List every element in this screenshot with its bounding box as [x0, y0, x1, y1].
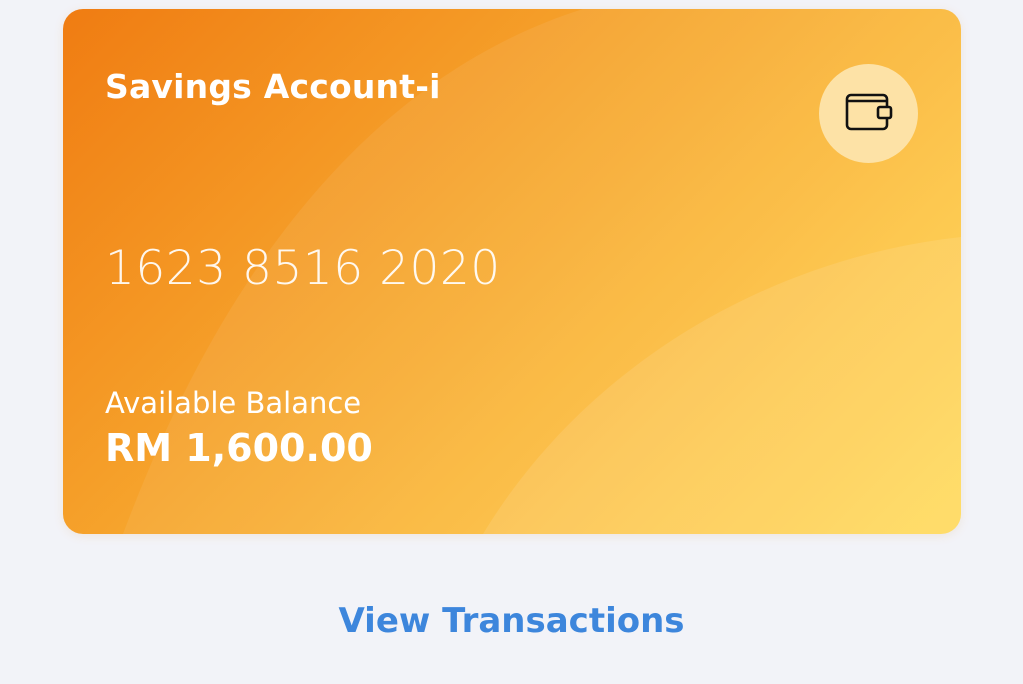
- view-transactions-label: View Transactions: [338, 601, 685, 641]
- account-type-title: Savings Account-i: [105, 67, 441, 106]
- available-balance-amount: RM 1,600.00: [105, 426, 373, 470]
- view-transactions-button[interactable]: View Transactions: [0, 598, 1023, 644]
- savings-account-card[interactable]: Savings Account-i 1623 8516 2020 Availab…: [63, 9, 961, 534]
- wallet-icon: [844, 90, 894, 138]
- account-screen: Savings Account-i 1623 8516 2020 Availab…: [0, 0, 1023, 684]
- available-balance-label: Available Balance: [105, 386, 362, 420]
- wallet-icon-badge: [819, 64, 918, 163]
- account-number: 1623 8516 2020: [105, 241, 501, 296]
